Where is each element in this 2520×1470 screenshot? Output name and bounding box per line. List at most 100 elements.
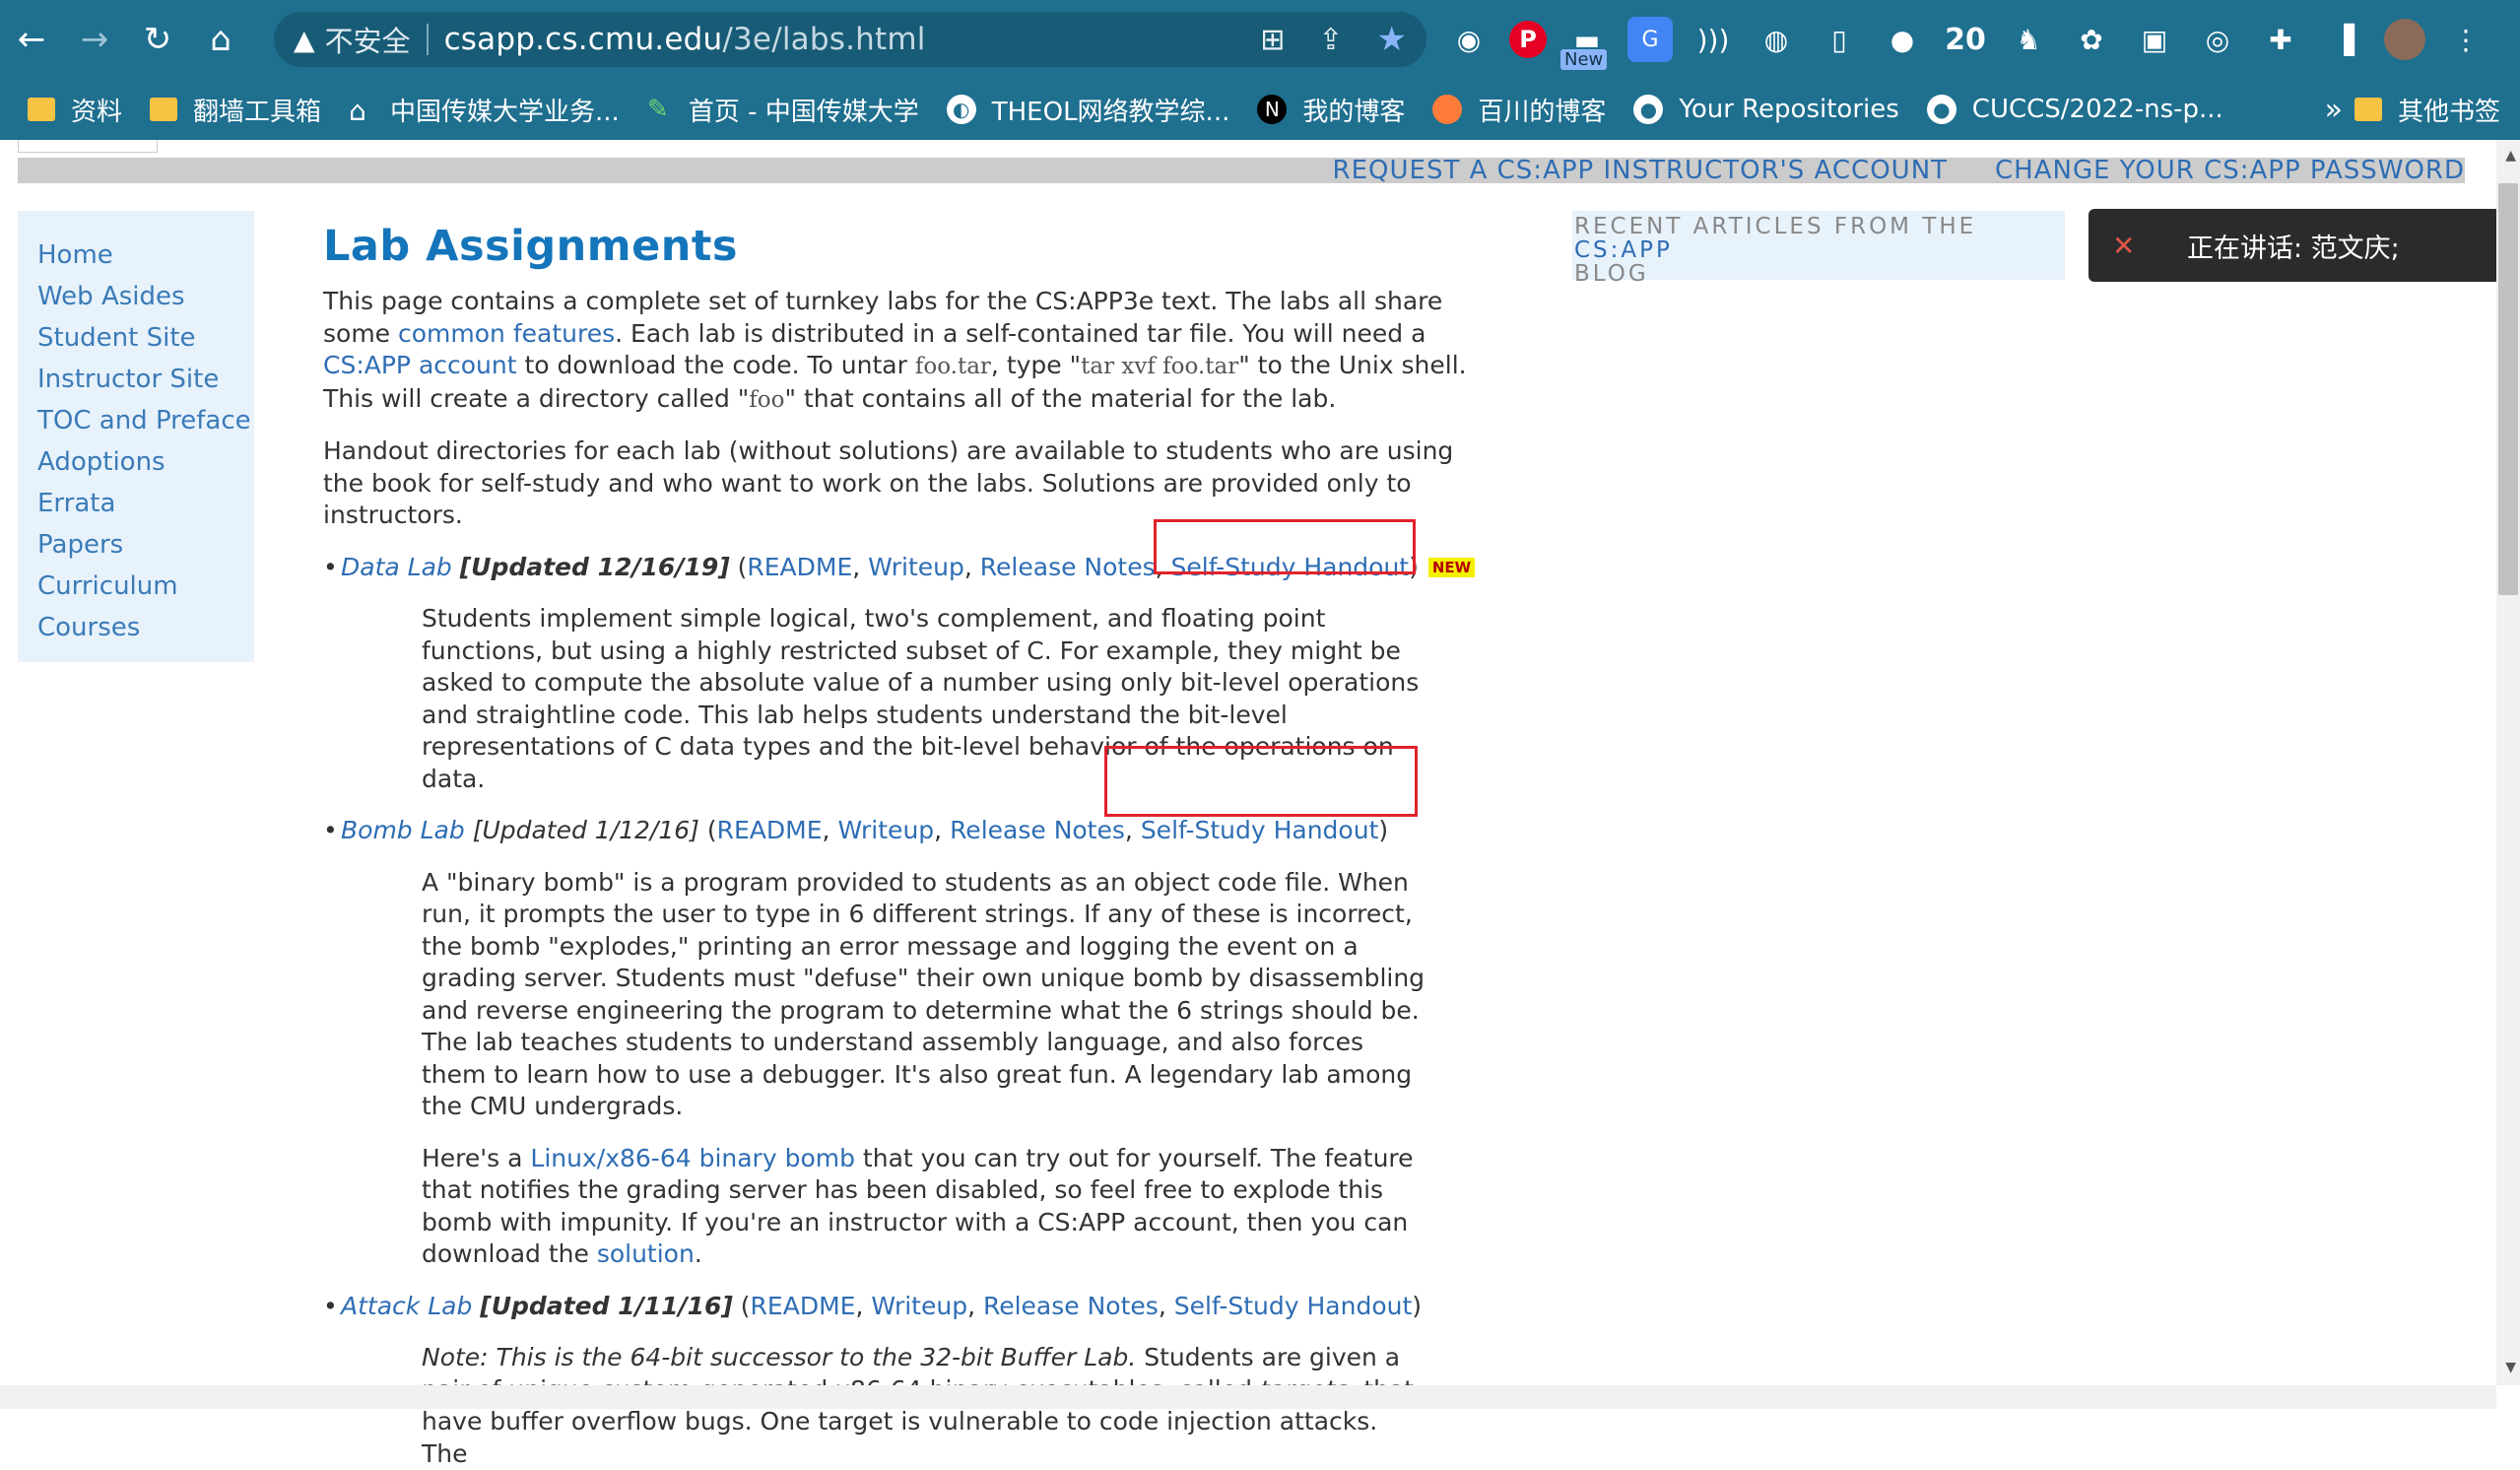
binary-bomb-link[interactable]: Linux/x86-64 binary bomb	[530, 1144, 855, 1172]
menu-kebab-icon[interactable]: ⋮	[2443, 17, 2488, 62]
common-features-link[interactable]: common features	[398, 319, 615, 348]
extension-count[interactable]: 20	[1943, 17, 1988, 62]
intro-paragraph: This page contains a complete set of tur…	[323, 287, 1467, 413]
nav-toc-preface[interactable]: TOC and Preface	[37, 400, 254, 441]
divider	[426, 24, 429, 55]
reader-icon[interactable]: ▣	[2132, 17, 2177, 62]
globe-icon: ◐	[946, 95, 976, 124]
bookmark-item[interactable]: ✎ 首页 - 中国传媒大学	[647, 92, 919, 128]
horizontal-scrollbar[interactable]	[0, 1385, 2496, 1409]
forward-icon[interactable]: →	[63, 0, 126, 79]
nav-web-asides[interactable]: Web Asides	[37, 276, 254, 317]
spiral-icon[interactable]: ◎	[2195, 17, 2240, 62]
reload-icon[interactable]: ↻	[126, 0, 189, 79]
lab-item-bomb: • Bomb Lab [Updated 1/12/16] (README, Wr…	[323, 816, 1389, 844]
sidepanel-icon[interactable]: ▐	[2321, 17, 2366, 62]
nav-adoptions[interactable]: Adoptions	[37, 441, 254, 483]
bookmark-star-icon[interactable]: ★	[1377, 20, 1407, 59]
bookmark-icon[interactable]: ▯	[1817, 17, 1862, 62]
home-icon[interactable]: ⌂	[189, 0, 252, 79]
warning-icon[interactable]: ▲	[294, 24, 315, 56]
search-box-stub	[18, 140, 158, 153]
pikachu-icon[interactable]: ♞	[2006, 17, 2051, 62]
speaking-indicator: ✕ 正在讲话: 范文庆;	[2089, 209, 2520, 282]
bookmark-item[interactable]: ● CUCCS/2022-ns-p...	[1926, 95, 2223, 124]
nav-errata[interactable]: Errata	[37, 483, 254, 524]
house-icon: ⌂	[349, 95, 366, 127]
release-notes-link[interactable]: Release Notes	[980, 553, 1156, 581]
solution-link[interactable]: solution	[597, 1239, 695, 1268]
release-notes-link[interactable]: Release Notes	[983, 1292, 1159, 1320]
mic-muted-icon: ✕	[2112, 229, 2136, 262]
insecure-label[interactable]: 不安全	[325, 19, 411, 60]
bookmark-item[interactable]: ⌂ 中国传媒大学业务...	[349, 92, 620, 128]
bookmarks-bar: 资料 翻墙工具箱 ⌂ 中国传媒大学业务... ✎ 首页 - 中国传媒大学 ◐ THEO…	[0, 79, 2520, 140]
lab-name: Data Lab	[341, 552, 452, 581]
share-icon[interactable]: ⇪	[1318, 23, 1343, 57]
folder-icon	[28, 98, 55, 121]
bookmark-item[interactable]: N 我的博客	[1257, 92, 1405, 128]
bookmark-item[interactable]: ● Your Repositories	[1633, 95, 1899, 124]
puzzle-icon[interactable]: ✚	[2258, 17, 2303, 62]
lab-updated: [Updated 12/16/19]	[459, 552, 730, 581]
scroll-up-icon[interactable]: ▲	[2505, 148, 2516, 164]
omnibox-actions: ⊞ ⇪ ★	[1260, 12, 1407, 67]
translate-icon[interactable]: ⊞	[1260, 23, 1285, 57]
readme-link[interactable]: README	[717, 816, 823, 844]
main-content: Lab Assignments This page contains a com…	[323, 217, 1486, 1470]
change-password-link[interactable]: CHANGE YOUR CS:APP PASSWORD	[1995, 156, 2465, 185]
scroll-down-icon[interactable]: ▼	[2505, 1360, 2516, 1375]
page-title: Lab Assignments	[323, 222, 738, 271]
nav-home[interactable]: Home	[37, 234, 254, 276]
scrollbar-thumb[interactable]	[2498, 183, 2518, 595]
n-logo-icon: N	[1257, 95, 1288, 124]
lab-updated: [Updated 1/11/16]	[480, 1291, 733, 1320]
writeup-link[interactable]: Writeup	[868, 553, 964, 581]
nav-courses[interactable]: Courses	[37, 607, 254, 648]
readme-link[interactable]: README	[751, 1292, 856, 1320]
google-translate-icon[interactable]: G	[1627, 17, 1673, 62]
other-bookmarks[interactable]: 其他书签	[2354, 92, 2500, 128]
glasses-icon[interactable]: ◍	[1754, 17, 1799, 62]
wifi-icon[interactable]: )))	[1691, 17, 1736, 62]
circle-icon[interactable]: ●	[1880, 17, 1925, 62]
writeup-link[interactable]: Writeup	[837, 816, 934, 844]
bookmarks-more-button[interactable]: »	[2325, 93, 2343, 127]
new-badge: New	[1560, 49, 1608, 70]
pen-icon: ✎	[646, 95, 669, 124]
avatar[interactable]	[2384, 19, 2425, 60]
back-icon[interactable]: ←	[0, 0, 63, 79]
csapp-account-link[interactable]: CS:APP account	[323, 351, 517, 379]
release-notes-link[interactable]: Release Notes	[950, 816, 1125, 844]
self-study-handout-link[interactable]: Self-Study Handout	[1174, 1292, 1413, 1320]
url-text[interactable]: csapp.cs.cmu.edu/3e/labs.html	[444, 22, 926, 57]
bookmark-item[interactable]: 翻墙工具箱	[150, 92, 321, 128]
gear-ext-icon[interactable]: ✿	[2069, 17, 2114, 62]
bookmark-item[interactable]: 百川的博客	[1432, 92, 1606, 128]
nav-student-site[interactable]: Student Site	[37, 317, 254, 359]
lab-item-attack: • Attack Lab [Updated 1/11/16] (README, …	[323, 1291, 1423, 1320]
bomb-extra: Here's a Linux/x86-64 binary bomb that y…	[422, 1143, 1414, 1269]
github-icon: ●	[1633, 95, 1664, 124]
new-tag: NEW	[1427, 557, 1476, 577]
lab-updated: [Updated 1/12/16]	[472, 816, 699, 844]
nav-papers[interactable]: Papers	[37, 524, 254, 566]
lab-name: Bomb Lab	[341, 816, 465, 844]
writeup-link[interactable]: Writeup	[871, 1292, 967, 1320]
bookmark-item[interactable]: ◐ THEOL网络教学综...	[946, 92, 1229, 128]
nav-instructor-site[interactable]: Instructor Site	[37, 359, 254, 400]
extension-new-icon[interactable]: ▬ New	[1560, 17, 1610, 70]
pinterest-icon[interactable]: P	[1509, 21, 1547, 58]
readme-link[interactable]: README	[747, 553, 852, 581]
top-links: REQUEST A CS:APP INSTRUCTOR'S ACCOUNT CH…	[1333, 156, 2465, 185]
address-bar[interactable]: ▲ 不安全 csapp.cs.cmu.edu/3e/labs.html ⊞ ⇪ …	[274, 12, 1426, 67]
bookmark-item[interactable]: 资料	[28, 92, 122, 128]
self-study-handout-link[interactable]: Self-Study Handout	[1141, 816, 1379, 844]
nav-curriculum[interactable]: Curriculum	[37, 566, 254, 607]
highlight-box	[1154, 519, 1416, 574]
handout-paragraph: Handout directories for each lab (withou…	[323, 436, 1454, 529]
request-account-link[interactable]: REQUEST A CS:APP INSTRUCTOR'S ACCOUNT	[1333, 156, 1949, 185]
speaking-text: 正在讲话: 范文庆;	[2187, 233, 2400, 264]
blog-heading: RECENT ARTICLES FROM THE CS:APP BLOG	[1574, 214, 1977, 287]
lightbulb-icon[interactable]: ◉	[1446, 17, 1492, 62]
